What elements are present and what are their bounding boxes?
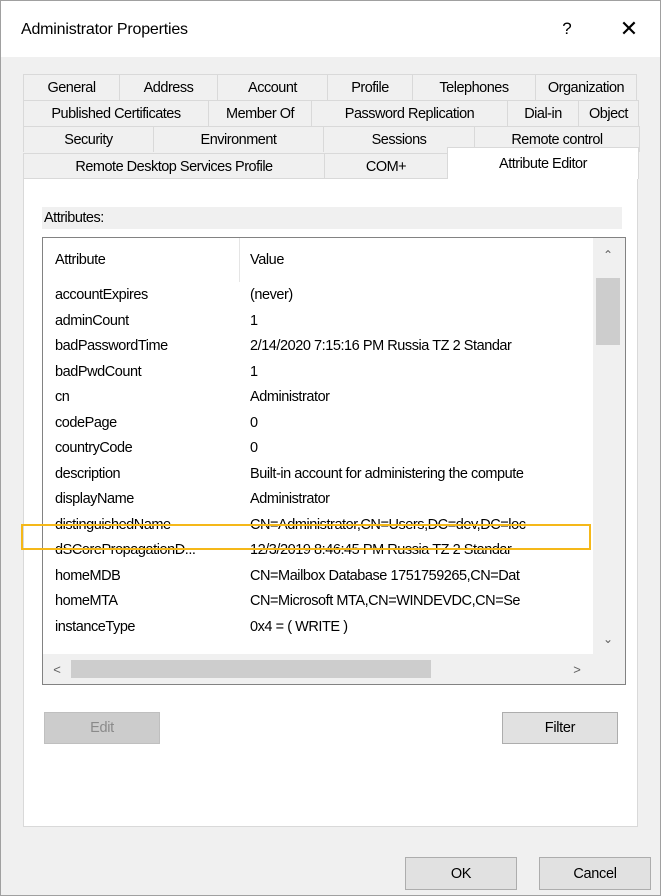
attribute-value: 12/3/2019 8:46:45 PM Russia TZ 2 Standar bbox=[250, 542, 512, 558]
attribute-value: 2/14/2020 7:15:16 PM Russia TZ 2 Standar bbox=[250, 338, 512, 354]
table-row[interactable]: accountExpires (never) bbox=[43, 284, 593, 310]
table-row-distinguished-name[interactable]: distinguishedName CN=Administrator,CN=Use… bbox=[43, 514, 593, 540]
vertical-scrollbar[interactable]: ⌃ ⌄ bbox=[593, 238, 625, 654]
scrollbar-corner bbox=[593, 654, 625, 684]
attribute-value: CN=Microsoft MTA,CN=WINDEVDC,CN=Se bbox=[250, 593, 521, 609]
properties-dialog: Administrator Properties ? ✕ General Add… bbox=[0, 0, 661, 896]
tab-telephones[interactable]: Telephones bbox=[412, 74, 536, 100]
tab-account[interactable]: Account bbox=[217, 74, 328, 100]
table-row[interactable]: homeMDB CN=Mailbox Database 1751759265,CN… bbox=[43, 565, 593, 591]
tab-row-1: General Address Account Profile Telephon… bbox=[23, 74, 637, 100]
attribute-name: description bbox=[55, 465, 121, 482]
attribute-name: distinguishedName bbox=[55, 516, 171, 533]
attribute-name: displayName bbox=[55, 491, 134, 507]
attribute-name: cn bbox=[55, 389, 70, 405]
attribute-name: badPwdCount bbox=[55, 363, 142, 380]
attribute-name: badPasswordTime bbox=[55, 338, 168, 354]
cancel-button[interactable]: Cancel bbox=[539, 857, 651, 890]
scroll-down-icon[interactable]: ⌄ bbox=[599, 630, 617, 648]
attribute-name: homeMTA bbox=[55, 593, 118, 609]
attribute-value: 1 bbox=[250, 312, 258, 329]
tab-address[interactable]: Address bbox=[119, 74, 218, 100]
scroll-right-icon[interactable]: > bbox=[568, 660, 586, 678]
attributes-list[interactable]: Attribute Value accountExpires (never) ad… bbox=[42, 237, 626, 685]
attribute-name: countryCode bbox=[55, 440, 133, 456]
attribute-name: codePage bbox=[55, 414, 117, 431]
tab-organization[interactable]: Organization bbox=[535, 74, 637, 100]
tab-environment[interactable]: Environment bbox=[153, 126, 324, 152]
scroll-left-icon[interactable]: < bbox=[48, 660, 66, 678]
attribute-value: (never) bbox=[250, 287, 293, 303]
list-rows: accountExpires (never) adminCount 1 badPas… bbox=[43, 284, 593, 641]
attribute-value: Built-in account for administering the c… bbox=[250, 465, 524, 482]
table-row[interactable]: dSCorePropagationD... 12/3/2019 8:46:45 P… bbox=[43, 539, 593, 565]
column-header-attribute[interactable]: Attribute bbox=[55, 252, 106, 268]
tab-security[interactable]: Security bbox=[23, 126, 154, 152]
tab-remote-desktop-services-profile[interactable]: Remote Desktop Services Profile bbox=[23, 153, 325, 179]
table-row[interactable]: cn Administrator bbox=[43, 386, 593, 412]
attribute-value: 0x4 = ( WRITE ) bbox=[250, 618, 348, 635]
attribute-value: Administrator bbox=[250, 389, 330, 405]
attribute-name: adminCount bbox=[55, 312, 129, 329]
tab-password-replication[interactable]: Password Replication bbox=[311, 100, 508, 126]
tab-profile[interactable]: Profile bbox=[327, 74, 413, 100]
title-bar: Administrator Properties ? ✕ bbox=[1, 1, 660, 57]
table-row[interactable]: codePage 0 bbox=[43, 412, 593, 438]
column-divider[interactable] bbox=[239, 238, 240, 282]
attribute-name: homeMDB bbox=[55, 567, 121, 584]
vertical-scroll-thumb[interactable] bbox=[596, 278, 620, 345]
attribute-value: Administrator bbox=[250, 491, 330, 507]
attribute-name: instanceType bbox=[55, 618, 136, 635]
table-row[interactable]: instanceType 0x4 = ( WRITE ) bbox=[43, 616, 593, 642]
attribute-value: 0 bbox=[250, 414, 258, 431]
tab-row-4: Remote Desktop Services Profile COM+ Att… bbox=[23, 147, 639, 179]
attribute-name: accountExpires bbox=[55, 287, 148, 303]
column-header-value[interactable]: Value bbox=[250, 252, 284, 268]
horizontal-scroll-thumb[interactable] bbox=[71, 660, 431, 678]
table-row[interactable]: countryCode 0 bbox=[43, 437, 593, 463]
tab-attribute-editor[interactable]: Attribute Editor bbox=[447, 147, 639, 179]
attribute-editor-panel: Attributes: Attribute Value accountExpir… bbox=[23, 178, 638, 827]
tab-row-2: Published Certificates Member Of Passwor… bbox=[23, 100, 639, 126]
dialog-title: Administrator Properties bbox=[21, 21, 188, 38]
attribute-name: dSCorePropagationD... bbox=[55, 542, 196, 558]
table-row[interactable]: description Built-in account for administ… bbox=[43, 463, 593, 489]
tab-general[interactable]: General bbox=[23, 74, 120, 100]
edit-button[interactable]: Edit bbox=[44, 712, 160, 744]
table-row[interactable]: badPwdCount 1 bbox=[43, 361, 593, 387]
tab-member-of[interactable]: Member Of bbox=[208, 100, 312, 126]
attribute-value: CN=Mailbox Database 1751759265,CN=Dat bbox=[250, 567, 520, 584]
close-icon[interactable]: ✕ bbox=[607, 11, 651, 47]
attribute-value: CN=Administrator,CN=Users,DC=dev,DC=loc bbox=[250, 516, 526, 533]
tab-object[interactable]: Object bbox=[578, 100, 639, 126]
ok-button[interactable]: OK bbox=[405, 857, 517, 890]
table-row[interactable]: adminCount 1 bbox=[43, 310, 593, 336]
filter-button[interactable]: Filter bbox=[502, 712, 618, 744]
scroll-up-icon[interactable]: ⌃ bbox=[599, 246, 617, 264]
table-row[interactable]: homeMTA CN=Microsoft MTA,CN=WINDEVDC,CN=S… bbox=[43, 590, 593, 616]
attribute-value: 0 bbox=[250, 440, 258, 456]
attributes-label: Attributes: bbox=[42, 207, 622, 229]
tab-com-plus[interactable]: COM+ bbox=[324, 153, 448, 179]
tab-dial-in[interactable]: Dial-in bbox=[507, 100, 579, 126]
attribute-value: 1 bbox=[250, 363, 258, 380]
horizontal-scrollbar[interactable]: < > bbox=[43, 654, 593, 684]
list-header: Attribute Value bbox=[43, 238, 593, 284]
table-row[interactable]: displayName Administrator bbox=[43, 488, 593, 514]
tab-published-certificates[interactable]: Published Certificates bbox=[23, 100, 209, 126]
help-icon[interactable]: ? bbox=[545, 11, 589, 47]
table-row[interactable]: badPasswordTime 2/14/2020 7:15:16 PM Russ… bbox=[43, 335, 593, 361]
